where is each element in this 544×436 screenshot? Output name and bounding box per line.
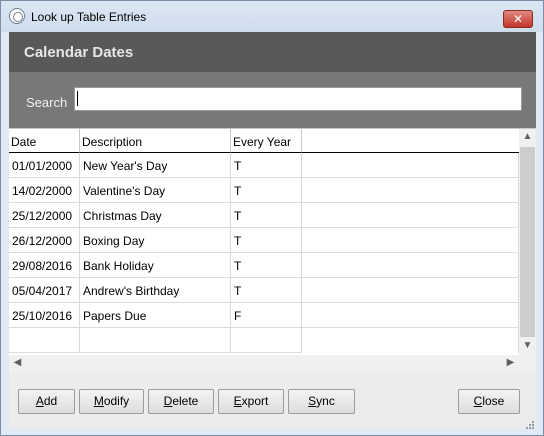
title-bar[interactable]: Look up Table Entries ✕ xyxy=(1,1,543,32)
search-label: Search xyxy=(26,95,68,110)
scroll-up-arrow-icon[interactable]: ▲ xyxy=(519,131,536,142)
table-row[interactable]: 25/12/2000 Christmas Day T xyxy=(9,203,519,228)
sync-hotkey: S xyxy=(308,394,317,408)
delete-label: elete xyxy=(172,394,199,408)
resize-grip-icon[interactable] xyxy=(523,420,535,432)
export-button[interactable]: Export xyxy=(218,389,284,414)
window-close-button[interactable]: ✕ xyxy=(503,10,533,28)
close-button[interactable]: Close xyxy=(458,389,520,414)
cell-description xyxy=(80,328,231,353)
app-icon xyxy=(9,8,25,24)
cell-every-year: T xyxy=(231,278,302,303)
vertical-scroll-thumb[interactable] xyxy=(520,147,535,337)
add-label: dd xyxy=(43,394,58,408)
cell-filler xyxy=(302,228,519,253)
table-header: Date Description Every Year xyxy=(9,129,519,153)
add-hotkey: A xyxy=(35,394,44,408)
table-row[interactable]: 01/01/2000 New Year's Day T xyxy=(9,153,519,178)
column-header-description[interactable]: Description xyxy=(80,129,231,153)
cell-description: Andrew's Birthday xyxy=(80,278,231,303)
cell-every-year: T xyxy=(231,228,302,253)
cell-every-year: F xyxy=(231,303,302,328)
cell-every-year xyxy=(231,328,302,353)
modify-hotkey: M xyxy=(93,394,104,408)
cell-description: Boxing Day xyxy=(80,228,231,253)
cell-filler xyxy=(302,253,519,278)
cell-every-year: T xyxy=(231,203,302,228)
cell-date: 29/08/2016 xyxy=(9,253,80,278)
header-band: Calendar Dates xyxy=(9,32,536,72)
cell-description: New Year's Day xyxy=(80,153,231,178)
vertical-scrollbar[interactable]: ▲ ▼ xyxy=(519,129,536,355)
close-icon: ✕ xyxy=(512,12,524,26)
cell-filler xyxy=(302,303,519,328)
scroll-right-arrow-icon[interactable]: ▶ xyxy=(502,357,519,368)
export-label: xport xyxy=(241,394,269,408)
export-hotkey: E xyxy=(233,394,242,408)
cell-date: 25/12/2000 xyxy=(9,203,80,228)
delete-button[interactable]: Delete xyxy=(148,389,214,414)
column-header-date[interactable]: Date xyxy=(9,129,80,153)
window-title: Look up Table Entries xyxy=(31,10,147,24)
table-row[interactable]: 05/04/2017 Andrew's Birthday T xyxy=(9,278,519,303)
table-row[interactable]: 14/02/2000 Valentine's Day T xyxy=(9,178,519,203)
cell-date: 01/01/2000 xyxy=(9,153,80,178)
search-input[interactable] xyxy=(74,87,522,111)
cell-description: Christmas Day xyxy=(80,203,231,228)
delete-hotkey: D xyxy=(163,394,173,408)
cell-filler xyxy=(302,178,519,203)
cell-filler xyxy=(302,278,519,303)
column-header-filler xyxy=(302,129,519,153)
text-caret xyxy=(77,91,78,106)
cell-filler xyxy=(302,328,519,353)
table-row-empty[interactable] xyxy=(9,328,519,353)
table-row[interactable]: 29/08/2016 Bank Holiday T xyxy=(9,253,519,278)
search-bar: Search xyxy=(9,72,536,128)
cell-filler xyxy=(302,203,519,228)
column-header-every-year[interactable]: Every Year xyxy=(231,129,302,153)
sync-label: ync xyxy=(316,394,335,408)
scroll-down-arrow-icon[interactable]: ▼ xyxy=(519,340,536,351)
scroll-left-arrow-icon[interactable]: ◀ xyxy=(9,357,26,368)
client-area: Calendar Dates Search Date Description E… xyxy=(9,32,536,429)
modify-label: odify xyxy=(103,394,130,408)
cell-date: 05/04/2017 xyxy=(9,278,80,303)
cell-description: Valentine's Day xyxy=(80,178,231,203)
sync-button[interactable]: Sync xyxy=(288,389,355,414)
entries-table: Date Description Every Year 01/01/2000 N… xyxy=(9,128,536,372)
table-row[interactable]: 25/10/2016 Papers Due F xyxy=(9,303,519,328)
modify-button[interactable]: Modify xyxy=(79,389,144,414)
cell-description: Bank Holiday xyxy=(80,253,231,278)
lookup-window: Look up Table Entries ✕ Calendar Dates S… xyxy=(0,0,544,436)
cell-every-year: T xyxy=(231,178,302,203)
horizontal-scrollbar[interactable]: ◀ ▶ xyxy=(9,355,519,372)
table-row[interactable]: 26/12/2000 Boxing Day T xyxy=(9,228,519,253)
cell-filler xyxy=(302,153,519,178)
cell-every-year: T xyxy=(231,153,302,178)
cell-date: 26/12/2000 xyxy=(9,228,80,253)
cell-every-year: T xyxy=(231,253,302,278)
cell-date: 25/10/2016 xyxy=(9,303,80,328)
cell-date: 14/02/2000 xyxy=(9,178,80,203)
page-title: Calendar Dates xyxy=(24,44,134,61)
cell-description: Papers Due xyxy=(80,303,231,328)
cell-date xyxy=(9,328,80,353)
scrollbar-corner xyxy=(519,355,536,372)
add-button[interactable]: Add xyxy=(18,389,75,414)
close-label: lose xyxy=(482,394,505,408)
